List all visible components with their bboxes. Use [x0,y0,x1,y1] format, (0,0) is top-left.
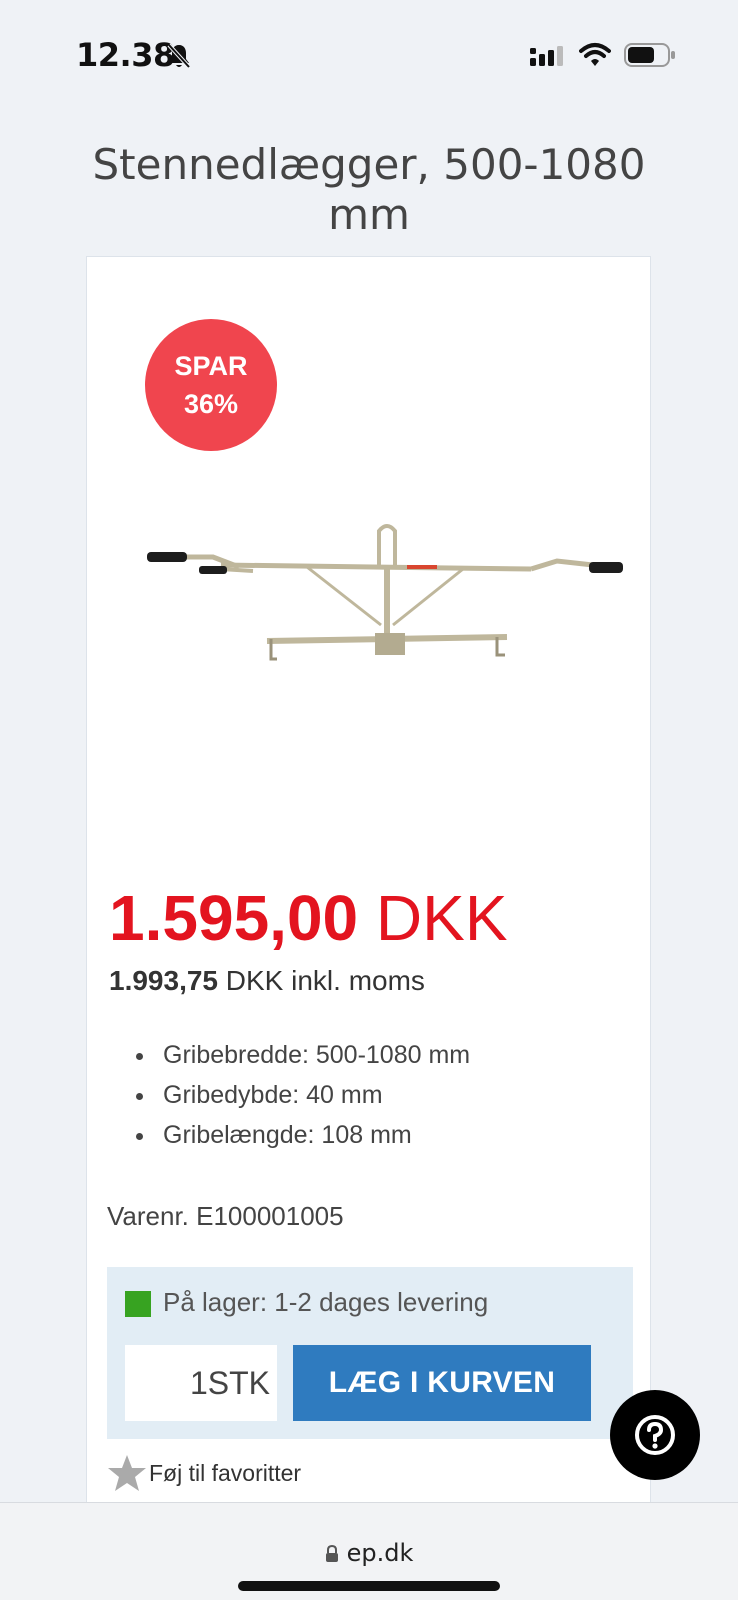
url-display[interactable]: ep.dk [0,1539,738,1567]
favorites-label: Føj til favoritter [149,1459,302,1486]
price: 1.595,00 DKK [109,883,508,953]
sku: Varenr. E100001005 [107,1201,344,1231]
wifi-icon [579,43,611,66]
status-time: 12.38 [76,36,175,74]
product-image [147,524,623,661]
spec-item: Gribedybde: 40 mm [109,1075,470,1115]
question-circle-icon [635,1415,675,1455]
spec-item: Gribelængde: 108 mm [109,1115,470,1155]
discount-badge-percent: 36% [183,389,239,419]
star-icon [108,1455,146,1491]
lock-icon [325,1545,338,1562]
spec-list: Gribebredde: 500-1080 mm Gribedybde: 40 … [109,1035,470,1155]
add-to-cart-button[interactable]: LÆG I KURVEN [293,1345,591,1421]
page-title: Stennedlægger, 500-1080 mm [92,140,646,239]
stock-indicator-icon [125,1291,151,1317]
signal-icon [530,46,563,66]
help-button[interactable] [610,1390,700,1480]
stock-status: På lager: 1-2 dages levering [163,1287,489,1317]
price-incl-amount: 1.993,75 [109,965,218,996]
purchase-box: På lager: 1-2 dages levering LÆG I KURVE… [107,1267,633,1439]
product-card: SPAR 36% 1.595,00 DKK 1.993,75 DKK inkl.… [86,256,651,1516]
price-incl-suffix: DKK inkl. moms [225,965,425,996]
add-to-favorites[interactable]: Føj til favoritter [107,1453,301,1493]
discount-badge-label: SPAR [174,351,248,381]
product-image-area[interactable]: SPAR 36% [107,281,632,821]
spec-item: Gribebredde: 500-1080 mm [109,1035,470,1075]
price-amount: 1.595,00 [109,882,359,954]
home-indicator[interactable] [238,1581,500,1591]
quantity-input[interactable] [125,1345,277,1421]
browser-address-bar[interactable]: ep.dk [0,1502,738,1600]
price-incl-vat: 1.993,75 DKK inkl. moms [109,965,425,997]
price-currency: DKK [375,882,508,954]
battery-icon [624,43,675,67]
url-text: ep.dk [346,1539,414,1567]
bell-off-icon [167,43,191,69]
discount-badge: SPAR 36% [145,319,277,451]
status-bar: 12.38 [0,0,738,110]
